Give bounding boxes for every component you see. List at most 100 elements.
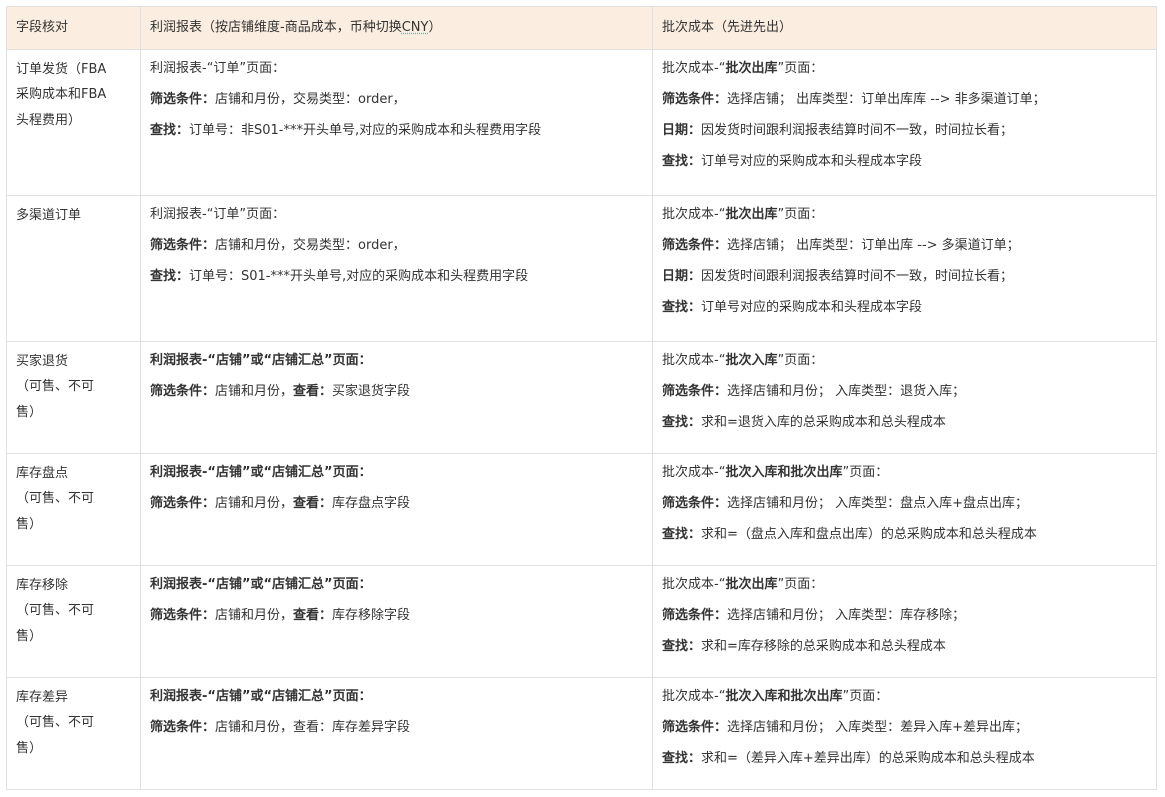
- profit-filter-line: 筛选条件：店铺和月份，查看：库存差异字段: [150, 719, 643, 737]
- batch-title-prefix: 批次成本-“: [662, 689, 726, 704]
- field-name-line: 头程费用）: [16, 112, 82, 128]
- batch-date-line: 日期：因发货时间跟利润报表结算时间不一致，时间拉长看；: [662, 268, 1147, 286]
- batch-title-suffix: ”页面：: [777, 353, 824, 368]
- field-name-line: （可售、不可: [16, 379, 95, 395]
- filter-text: 店铺和月份，交易类型：order，: [215, 238, 406, 254]
- find-label: 查找：: [662, 639, 702, 655]
- batch-find-line: 查找：求和=（盘点入库和盘点出库）的总采购成本和总头程成本: [662, 526, 1147, 544]
- batch-title-prefix: 批次成本-“: [662, 353, 726, 368]
- profit-find-line: 查找：订单号：S01-***开头单号,对应的采购成本和头程费用字段: [150, 268, 643, 286]
- find-label: 查找：: [662, 751, 702, 767]
- batch-find-line: 查找：订单号对应的采购成本和头程成本字段: [662, 299, 1147, 317]
- batch-page-title: 批次成本-“批次入库和批次出库”页面：: [662, 464, 1147, 482]
- field-name-line: 买家退货: [16, 354, 69, 369]
- batch-cost-cell: 批次成本-“批次出库”页面： 筛选条件：选择店铺； 出库类型：订单出库库 -->…: [652, 49, 1157, 196]
- field-name-line: 订单发货（FBA: [16, 62, 107, 77]
- filter-text: 店铺和月份，查看：库存差异字段: [215, 720, 411, 736]
- filter-label: 筛选条件：: [662, 720, 728, 736]
- view-text: 买家退货字段: [332, 384, 411, 400]
- filter-text: 店铺和月份，: [215, 608, 294, 624]
- profit-page-title: 利润报表-“店铺”或“店铺汇总”页面：: [150, 576, 643, 594]
- batch-title-prefix: 批次成本-“: [662, 577, 726, 592]
- profit-find-line: 查找：订单号：非S01-***开头单号,对应的采购成本和头程费用字段: [150, 122, 643, 140]
- date-label: 日期：: [662, 269, 702, 285]
- profit-page-title: 利润报表-“订单”页面：: [150, 61, 286, 76]
- profit-filter-line: 筛选条件：店铺和月份，交易类型：order，: [150, 91, 643, 109]
- profit-title-bold: 利润报表-“店铺”或“店铺汇总”页面：: [150, 353, 372, 368]
- table-row: 库存差异 （可售、不可 售） 利润报表-“店铺”或“店铺汇总”页面： 筛选条件：…: [6, 677, 1157, 790]
- batch-title-prefix: 批次成本-“: [662, 465, 726, 480]
- field-name-line: 库存差异: [16, 690, 69, 705]
- field-name-line: （可售、不可: [16, 491, 95, 507]
- batch-cost-cell: 批次成本-“批次入库和批次出库”页面： 筛选条件：选择店铺和月份； 入库类型：差…: [652, 677, 1157, 790]
- batch-filter-line: 筛选条件：选择店铺和月份； 入库类型：盘点入库+盘点出库；: [662, 495, 1147, 513]
- batch-title-prefix: 批次成本-“: [662, 61, 726, 76]
- batch-page-title: 批次成本-“批次出库”页面：: [662, 60, 1147, 78]
- find-text: 求和=退货入库的总采购成本和总头程成本: [701, 415, 946, 431]
- filter-label: 筛选条件：: [662, 92, 728, 108]
- table-row: 库存移除 （可售、不可 售） 利润报表-“店铺”或“店铺汇总”页面： 筛选条件：…: [6, 565, 1157, 678]
- find-text: 订单号对应的采购成本和头程成本字段: [701, 154, 923, 170]
- batch-page-title: 批次成本-“批次出库”页面：: [662, 576, 1147, 594]
- batch-cost-cell: 批次成本-“批次出库”页面： 筛选条件：选择店铺； 出库类型：订单出库 --> …: [652, 195, 1157, 342]
- field-name-line: 多渠道订单: [16, 208, 82, 223]
- table-row: 库存盘点 （可售、不可 售） 利润报表-“店铺”或“店铺汇总”页面： 筛选条件：…: [6, 453, 1157, 566]
- header-profit-report-close: ）: [428, 20, 442, 36]
- batch-filter-line: 筛选条件：选择店铺； 出库类型：订单出库 --> 多渠道订单；: [662, 237, 1147, 255]
- filter-text: 选择店铺和月份； 入库类型：退货入库；: [727, 384, 966, 400]
- field-name-line: 库存盘点: [16, 466, 69, 481]
- batch-filter-line: 筛选条件：选择店铺和月份； 入库类型：库存移除；: [662, 607, 1147, 625]
- filter-text: 店铺和月份，交易类型：order，: [215, 92, 406, 108]
- filter-text: 店铺和月份，: [215, 384, 294, 400]
- filter-label: 筛选条件：: [150, 720, 216, 736]
- find-text: 订单号：非S01-***开头单号,对应的采购成本和头程费用字段: [189, 123, 542, 139]
- batch-cost-cell: 批次成本-“批次出库”页面： 筛选条件：选择店铺和月份； 入库类型：库存移除； …: [652, 565, 1157, 678]
- batch-filter-line: 筛选条件：选择店铺； 出库类型：订单出库库 --> 非多渠道订单；: [662, 91, 1147, 109]
- profit-report-cell: 利润报表-“订单”页面： 筛选条件：店铺和月份，交易类型：order， 查找：订…: [140, 49, 653, 196]
- field-name-line: （可售、不可: [16, 603, 95, 619]
- field-name-cell: 库存移除 （可售、不可 售）: [6, 565, 141, 678]
- filter-text: 选择店铺和月份； 入库类型：盘点入库+盘点出库；: [727, 496, 1029, 512]
- profit-filter-line: 筛选条件：店铺和月份，查看：库存移除字段: [150, 607, 643, 625]
- field-name-line: 售）: [16, 404, 43, 420]
- find-text: 求和=（差异入库+差异出库）的总采购成本和总头程成本: [701, 751, 1035, 767]
- filter-label: 筛选条件：: [662, 384, 728, 400]
- batch-page-title: 批次成本-“批次入库”页面：: [662, 352, 1147, 370]
- filter-text: 选择店铺和月份； 入库类型：库存移除；: [727, 608, 966, 624]
- batch-title-bold: 批次入库和批次出库: [725, 465, 843, 480]
- find-text: 求和=库存移除的总采购成本和总头程成本: [701, 639, 946, 655]
- filter-label: 筛选条件：: [150, 238, 216, 254]
- profit-title-bold: 利润报表-“店铺”或“店铺汇总”页面：: [150, 689, 372, 704]
- profit-page-title: 利润报表-“店铺”或“店铺汇总”页面：: [150, 464, 643, 482]
- field-name-line: 库存移除: [16, 578, 69, 593]
- find-label: 查找：: [150, 269, 190, 285]
- header-batch-cost: 批次成本（先进先出）: [652, 6, 1157, 50]
- table-row: 买家退货 （可售、不可 售） 利润报表-“店铺”或“店铺汇总”页面： 筛选条件：…: [6, 341, 1157, 454]
- field-name-cell: 库存差异 （可售、不可 售）: [6, 677, 141, 790]
- view-label: 查看：: [293, 608, 333, 624]
- batch-title-bold: 批次出库: [725, 577, 778, 592]
- filter-text: 选择店铺和月份； 入库类型：差异入库+差异出库；: [727, 720, 1029, 736]
- profit-filter-line: 筛选条件：店铺和月份，查看：买家退货字段: [150, 383, 643, 401]
- batch-title-bold: 批次入库: [725, 353, 778, 368]
- batch-find-line: 查找：求和=退货入库的总采购成本和总头程成本: [662, 414, 1147, 432]
- filter-label: 筛选条件：: [150, 92, 216, 108]
- batch-title-suffix: ”页面：: [777, 207, 824, 222]
- profit-filter-line: 筛选条件：店铺和月份，查看：库存盘点字段: [150, 495, 643, 513]
- batch-title-suffix: ”页面：: [842, 465, 889, 480]
- view-label: 查看：: [293, 384, 333, 400]
- find-text: 订单号：S01-***开头单号,对应的采购成本和头程费用字段: [189, 269, 529, 285]
- find-label: 查找：: [662, 154, 702, 170]
- batch-filter-line: 筛选条件：选择店铺和月份； 入库类型：退货入库；: [662, 383, 1147, 401]
- batch-date-line: 日期：因发货时间跟利润报表结算时间不一致，时间拉长看；: [662, 122, 1147, 140]
- header-field-check: 字段核对: [6, 6, 141, 50]
- profit-page-title: 利润报表-“店铺”或“店铺汇总”页面：: [150, 688, 643, 706]
- view-label: 查看：: [293, 496, 333, 512]
- filter-label: 筛选条件：: [662, 496, 728, 512]
- table-row: 多渠道订单 利润报表-“订单”页面： 筛选条件：店铺和月份，交易类型：order…: [6, 195, 1157, 342]
- filter-text: 选择店铺； 出库类型：订单出库 --> 多渠道订单；: [727, 238, 1020, 254]
- profit-title-bold: 利润报表-“店铺”或“店铺汇总”页面：: [150, 465, 372, 480]
- batch-cost-cell: 批次成本-“批次入库和批次出库”页面： 筛选条件：选择店铺和月份； 入库类型：盘…: [652, 453, 1157, 566]
- filter-label: 筛选条件：: [150, 496, 216, 512]
- profit-report-cell: 利润报表-“店铺”或“店铺汇总”页面： 筛选条件：店铺和月份，查看：库存盘点字段: [140, 453, 653, 566]
